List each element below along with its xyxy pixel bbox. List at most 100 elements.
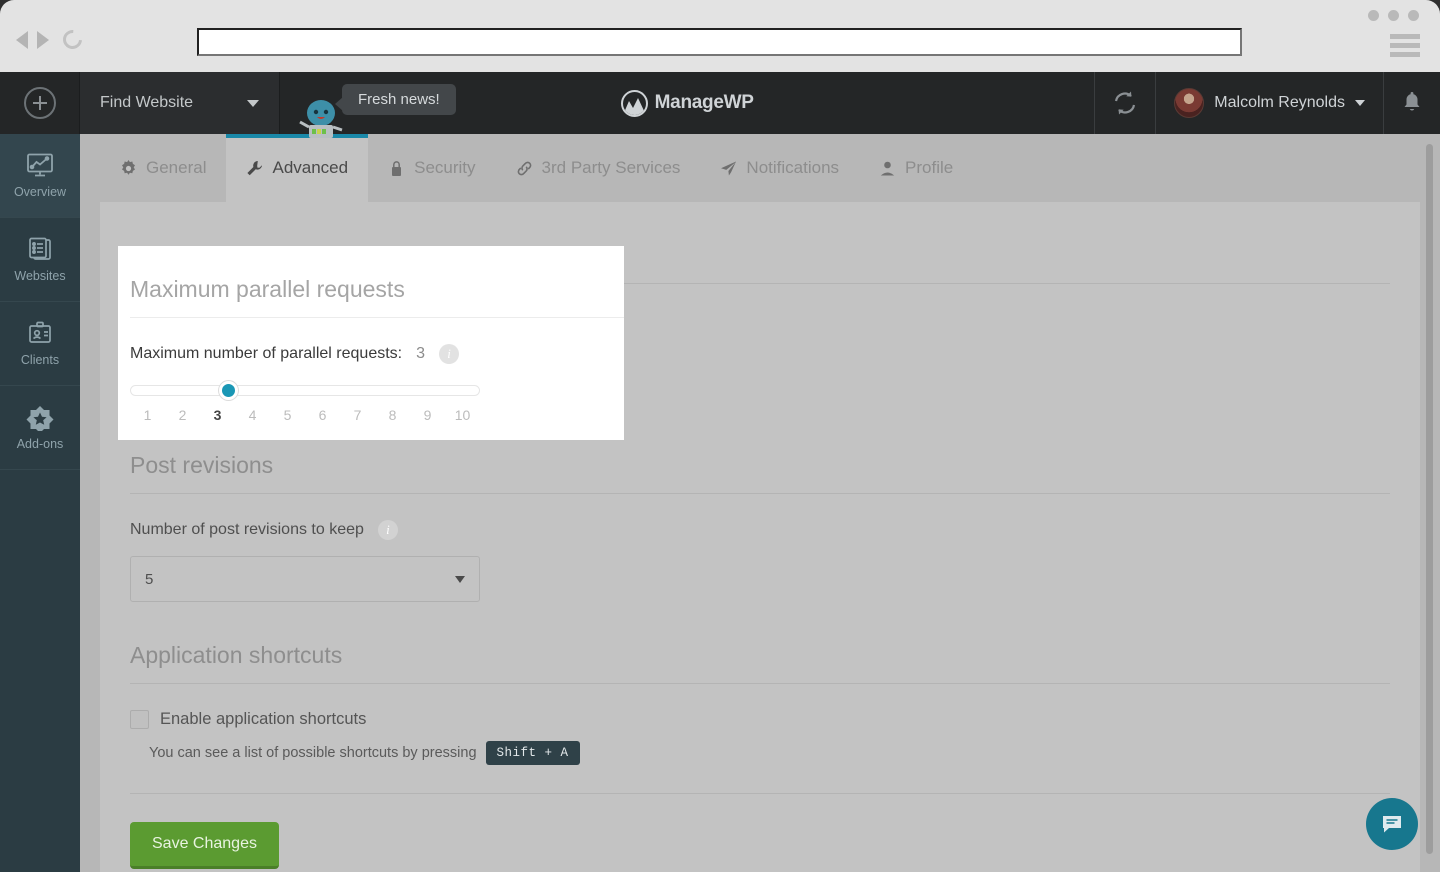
lock-icon (388, 160, 405, 177)
tab-label: 3rd Party Services (541, 158, 681, 177)
chevron-down-icon (1355, 100, 1365, 106)
post-revisions-label: Number of post revisions to keep (130, 521, 364, 538)
reload-icon[interactable] (59, 26, 86, 53)
parallel-requests-label: Maximum number of parallel requests: (130, 345, 403, 362)
paper-plane-icon (720, 160, 737, 177)
tab-general[interactable]: General (100, 134, 226, 202)
save-changes-button[interactable]: Save Changes (130, 822, 279, 869)
managewp-logo: ManageWP (620, 89, 754, 117)
sidebar-item-label: Overview (13, 184, 67, 199)
find-website-dropdown[interactable]: Find Website (80, 72, 280, 134)
slider-tick: 9 (423, 407, 432, 423)
window-dot[interactable] (1408, 10, 1419, 21)
post-revisions-select[interactable]: 5 (130, 556, 480, 602)
plus-icon (23, 87, 56, 119)
url-input[interactable] (197, 28, 1242, 56)
sidebar-item-addons[interactable]: Add-ons (0, 386, 80, 470)
back-arrow-icon[interactable] (16, 30, 28, 49)
mascot-speech-bubble[interactable]: Fresh news! (335, 84, 456, 115)
slider-tick: 4 (248, 407, 257, 423)
mountain-logo-icon (620, 89, 648, 117)
tab-label: Advanced (272, 158, 349, 177)
notifications-bell-icon[interactable] (1384, 72, 1440, 134)
shortcut-key-badge: Shift + A (485, 741, 580, 765)
person-icon (879, 160, 896, 177)
slider-handle[interactable] (219, 381, 238, 400)
chart-monitor-icon (25, 153, 55, 179)
tab-label: Security (414, 158, 476, 177)
tab-label: General (146, 158, 207, 177)
post-revisions-label-row: Number of post revisions to keep i (130, 520, 1390, 540)
slider-tick: 7 (353, 407, 362, 423)
app-screen: Find Website Fresh news! ManageWP Malcol… (0, 0, 1440, 872)
stacked-pages-icon (25, 237, 55, 263)
section-title: Post revisions (130, 452, 1390, 494)
chat-bubble-icon (1380, 812, 1404, 836)
window-dot[interactable] (1368, 10, 1379, 21)
enable-shortcuts-label: Enable application shortcuts (160, 710, 367, 728)
user-name-label: Malcolm Reynolds (1214, 94, 1345, 111)
spotlight-title: Maximum parallel requests (130, 276, 624, 318)
info-icon[interactable]: i (439, 344, 460, 364)
browser-chrome (0, 0, 1440, 72)
slider-tick: 8 (388, 407, 397, 423)
forward-arrow-icon[interactable] (37, 30, 49, 49)
tab-security[interactable]: Security (368, 134, 495, 202)
tab-notifications[interactable]: Notifications (700, 134, 859, 202)
avatar (1174, 88, 1205, 118)
sidebar-item-label: Websites (14, 268, 66, 283)
divider (130, 793, 1390, 794)
find-website-label: Find Website (100, 94, 194, 111)
sidebar-item-overview[interactable]: Overview (0, 134, 80, 218)
enable-shortcuts-checkbox[interactable] (130, 710, 149, 729)
shortcuts-hint-row: You can see a list of possible shortcuts… (130, 741, 1390, 765)
chat-support-button[interactable] (1366, 798, 1418, 850)
tab-label: Notifications (746, 158, 840, 177)
slider-tick: 10 (454, 407, 471, 423)
window-controls[interactable] (1368, 10, 1419, 21)
sidebar-item-websites[interactable]: Websites (0, 218, 80, 302)
parallel-requests-slider[interactable] (130, 381, 480, 400)
window-dot[interactable] (1388, 10, 1399, 21)
page-scrollbar[interactable] (1426, 144, 1433, 854)
slider-tick-labels: 1 2 3 4 5 6 7 8 9 10 (130, 407, 480, 423)
hamburger-menu-icon[interactable] (1390, 34, 1420, 61)
parallel-requests-value: 3 (416, 345, 426, 362)
section-title: Application shortcuts (130, 642, 1390, 684)
parallel-requests-label-row: Maximum number of parallel requests: 3 i (130, 344, 624, 364)
add-website-button[interactable] (0, 72, 80, 134)
tab-3rd-party-services[interactable]: 3rd Party Services (496, 134, 701, 202)
enable-shortcuts-row[interactable]: Enable application shortcuts (130, 710, 1390, 729)
topbar-center: Fresh news! ManageWP (280, 72, 1094, 138)
spotlight-inner: Maximum parallel requests Maximum number… (118, 246, 624, 423)
tab-label: Profile (905, 158, 954, 177)
tab-profile[interactable]: Profile (859, 134, 973, 202)
id-card-icon (25, 321, 55, 347)
slider-tick: 3 (213, 407, 222, 423)
user-menu[interactable]: Malcolm Reynolds (1156, 72, 1384, 134)
slider-tick: 6 (318, 407, 327, 423)
section-post-revisions: Post revisions Number of post revisions … (130, 452, 1390, 602)
sidebar: Overview Websites Clients Add-ons (0, 134, 80, 872)
tab-advanced[interactable]: Advanced (226, 134, 369, 202)
sync-icon[interactable] (1094, 72, 1157, 134)
sidebar-item-label: Add-ons (16, 436, 64, 451)
info-icon[interactable]: i (377, 520, 398, 540)
settings-tabs: General Advanced Security 3rd Party Serv… (80, 134, 1440, 202)
sidebar-item-label: Clients (20, 352, 60, 367)
spotlight-maximum-parallel-requests: Maximum parallel requests Maximum number… (118, 246, 624, 440)
gear-icon (120, 159, 137, 177)
puzzle-star-icon (25, 405, 55, 431)
brand-name: ManageWP (654, 92, 754, 113)
app-topbar: Find Website Fresh news! ManageWP Malcol… (0, 72, 1440, 138)
post-revisions-select-value: 5 (145, 570, 154, 588)
chevron-down-icon (455, 575, 465, 583)
shortcuts-hint-text: You can see a list of possible shortcuts… (149, 745, 477, 761)
page-body: General Advanced Security 3rd Party Serv… (80, 134, 1440, 872)
wrench-icon (246, 160, 263, 177)
slider-track[interactable] (130, 385, 480, 396)
slider-tick: 2 (178, 407, 187, 423)
link-chain-icon (516, 160, 533, 177)
sidebar-item-clients[interactable]: Clients (0, 302, 80, 386)
section-application-shortcuts: Application shortcuts Enable application… (130, 642, 1390, 869)
